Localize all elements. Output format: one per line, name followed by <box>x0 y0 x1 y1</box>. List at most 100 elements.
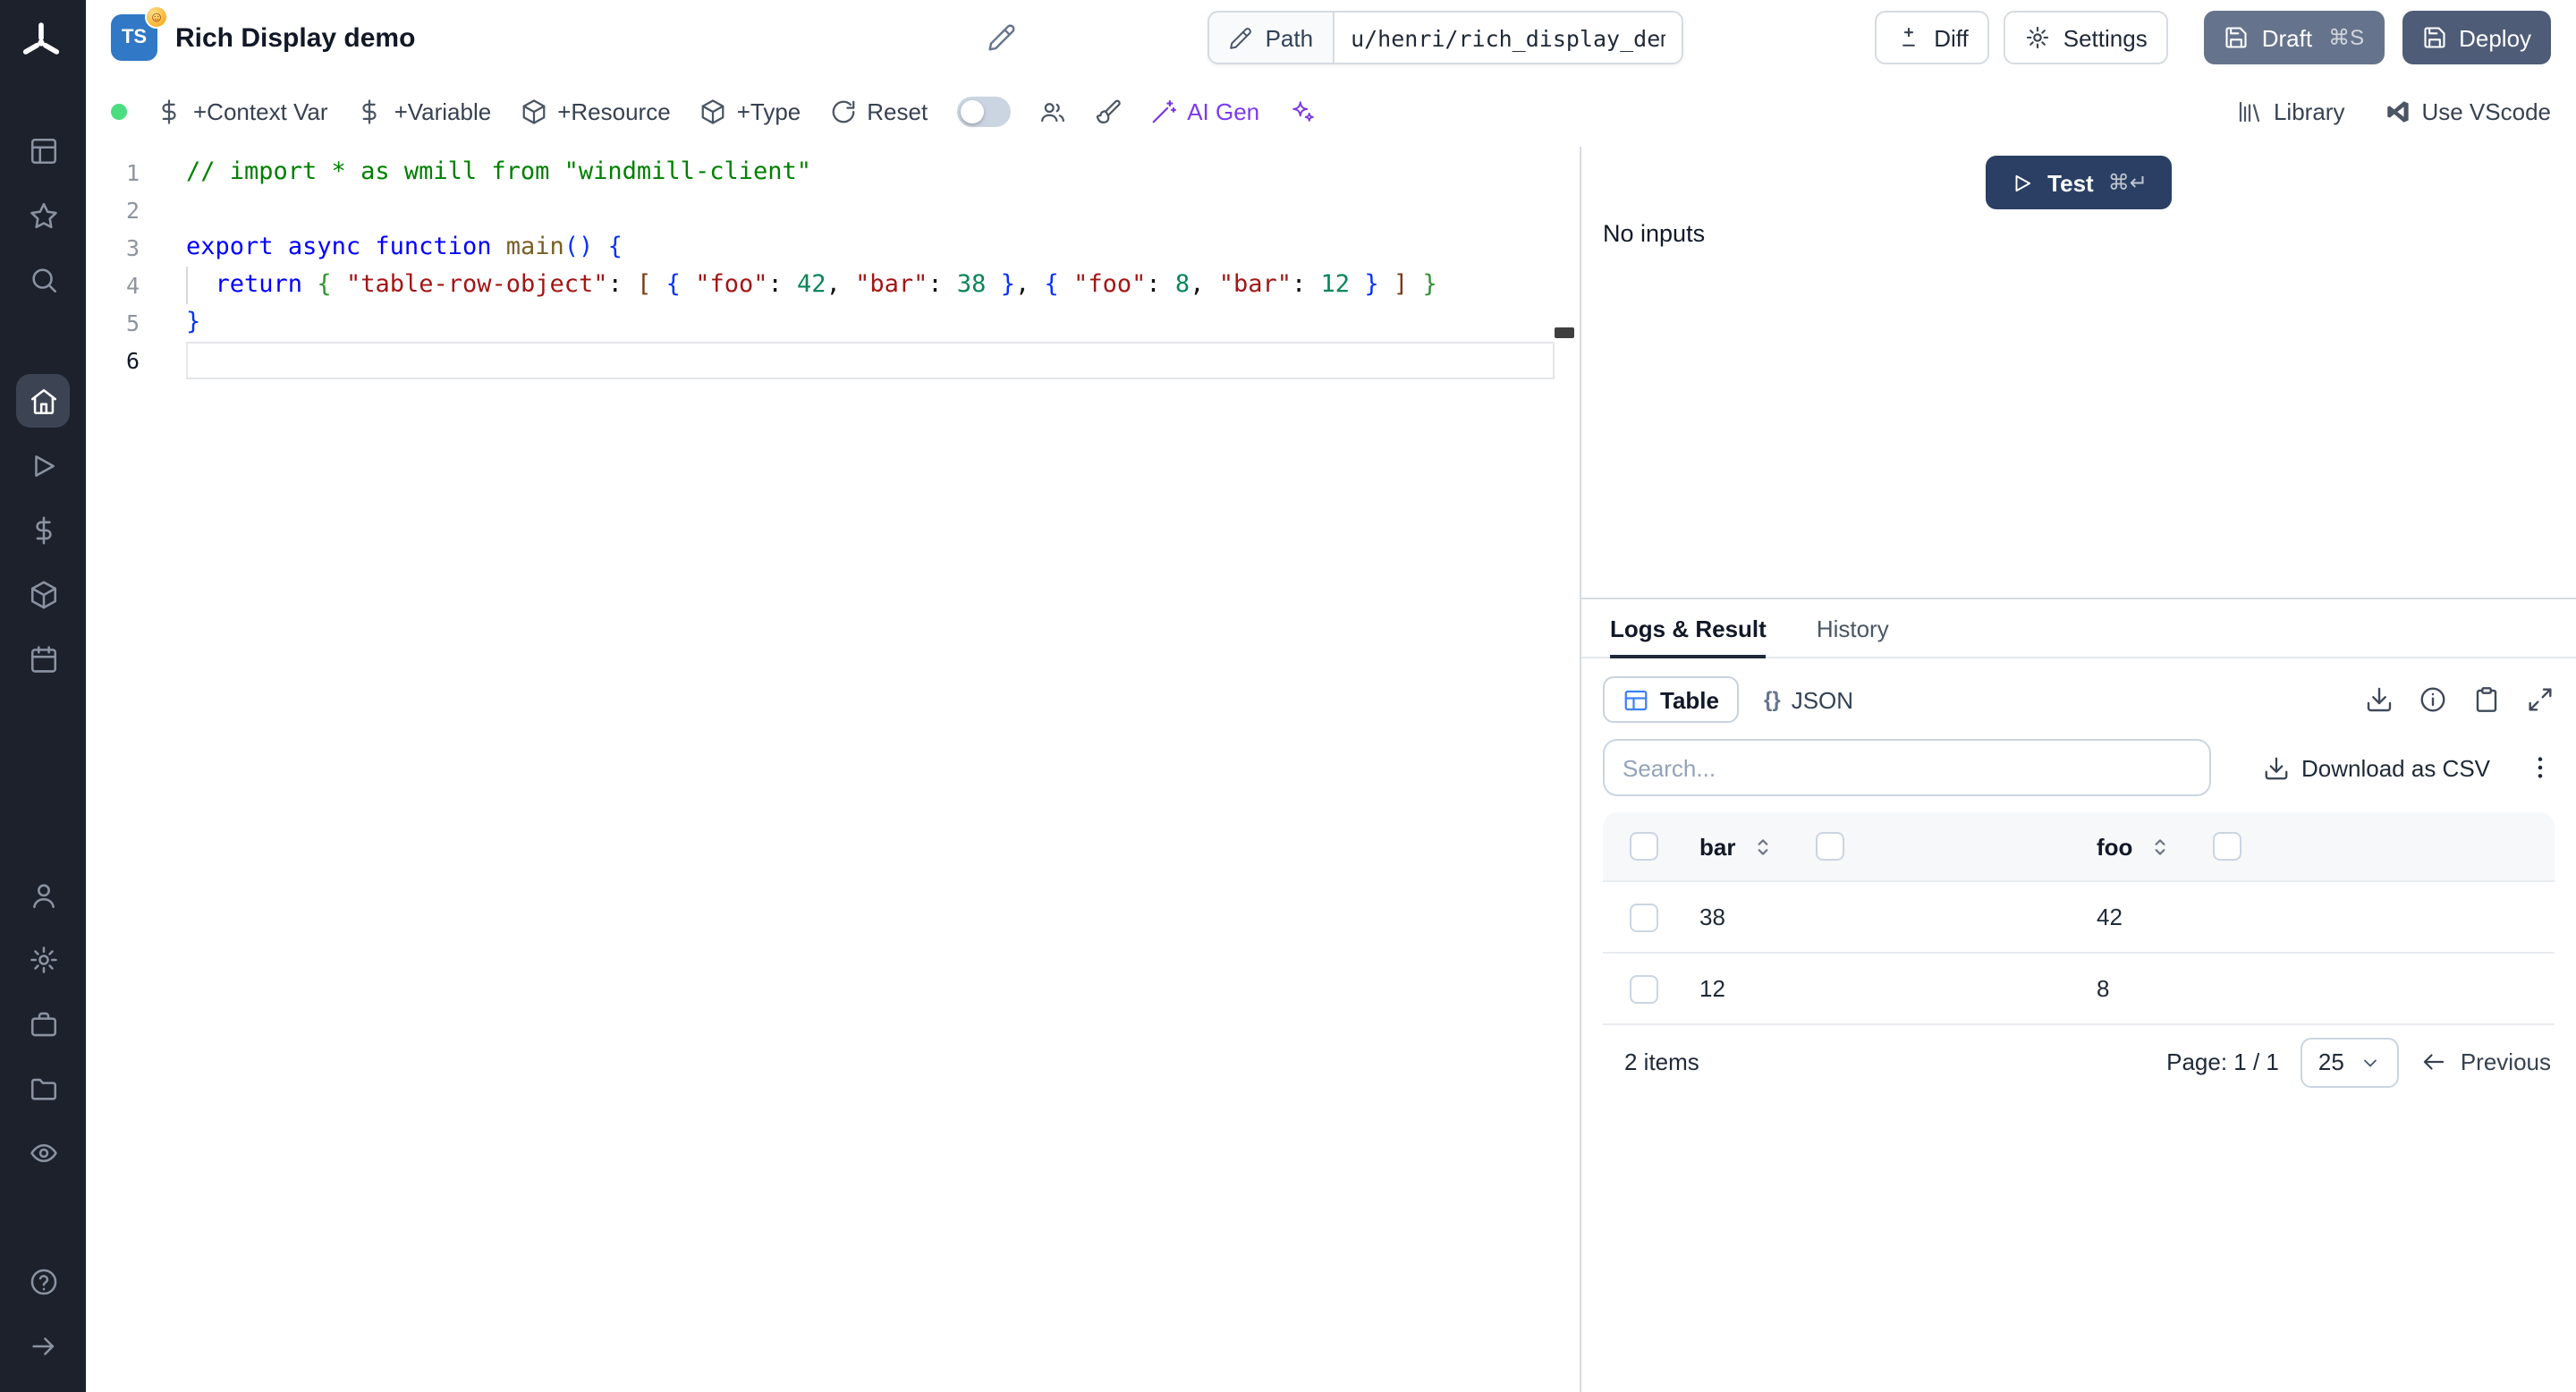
windmill-logo-icon[interactable] <box>18 18 68 68</box>
rotate-cw-icon <box>829 98 856 124</box>
path-input[interactable] <box>1333 11 1684 64</box>
sidebar-item-settings[interactable] <box>16 932 70 986</box>
table-row[interactable]: 12 8 <box>1603 952 2555 1023</box>
settings-button[interactable]: Settings <box>2004 11 2169 64</box>
content-split: 123456 // import * as wmill from "windmi… <box>86 147 2576 1392</box>
sidebar-item-account[interactable] <box>16 868 70 921</box>
select-all-checkbox[interactable] <box>1630 832 1658 861</box>
add-variable-button[interactable]: +Variable <box>357 98 491 124</box>
more-options-button[interactable] <box>2526 753 2555 782</box>
row-checkbox[interactable] <box>1630 974 1658 1003</box>
column-bar-checkbox[interactable] <box>1816 832 1845 861</box>
copy-result-button[interactable] <box>2472 685 2501 714</box>
page-size-select[interactable]: 25 <box>2300 1037 2400 1087</box>
add-resource-button[interactable]: +Resource <box>520 98 671 124</box>
previous-page-button[interactable]: Previous <box>2421 1048 2551 1075</box>
gear-icon <box>2026 25 2051 50</box>
add-type-button[interactable]: +Type <box>699 98 801 124</box>
diff-button[interactable]: Diff <box>1875 11 1990 64</box>
format-code-button[interactable] <box>1094 98 1121 124</box>
code-line[interactable] <box>186 191 1555 229</box>
toggle-knob <box>960 99 984 123</box>
draft-shortcut: ⌘S <box>2328 25 2365 50</box>
multiplayer-button[interactable] <box>1038 98 1065 124</box>
download-csv-button[interactable]: Download as CSV <box>2262 754 2490 781</box>
toggle-switch[interactable] <box>956 96 1011 126</box>
code-line[interactable]: return { "table-row-object": [ { "foo": … <box>186 267 1555 304</box>
sidebar-item-schedules[interactable] <box>16 632 70 685</box>
test-button-label: Test <box>2047 169 2094 196</box>
previous-label: Previous <box>2460 1048 2551 1075</box>
search-icon <box>28 264 58 294</box>
sidebar-item-resources[interactable] <box>16 567 70 621</box>
scrollbar-marker <box>1555 327 1574 338</box>
edit-summary-button[interactable] <box>987 23 1016 52</box>
add-context-var-button[interactable]: +Context Var <box>156 98 328 124</box>
edit-path-button[interactable]: Path <box>1208 11 1334 64</box>
wand-icon <box>1149 98 1176 124</box>
sidebar-item-favorites[interactable] <box>16 188 70 242</box>
line-number[interactable]: 1 <box>86 154 186 191</box>
info-icon <box>2419 685 2447 714</box>
column-foo-checkbox[interactable] <box>2213 832 2242 861</box>
maximize-icon <box>2526 685 2555 714</box>
ai-gen-button[interactable]: AI Gen <box>1149 98 1259 124</box>
code-line[interactable]: export async function main() { <box>186 229 1555 267</box>
use-vscode-button[interactable]: Use VScode <box>2384 98 2551 124</box>
sidebar-item-home[interactable] <box>16 374 70 428</box>
download-result-button[interactable] <box>2365 685 2394 714</box>
sidebar-item-search[interactable] <box>16 252 70 306</box>
line-number[interactable]: 2 <box>86 191 186 229</box>
reset-button[interactable]: Reset <box>829 98 928 124</box>
code-line[interactable]: } <box>186 304 1555 342</box>
save-draft-button[interactable]: Draft ⌘S <box>2204 11 2385 64</box>
line-number[interactable]: 4 <box>86 267 186 304</box>
path-button-label: Path <box>1265 24 1314 51</box>
toolbar-right: Library Use VScode <box>2236 98 2551 124</box>
code-line[interactable]: // import * as wmill from "windmill-clie… <box>186 154 1555 191</box>
sidebar-item-variables[interactable] <box>16 503 70 556</box>
script-title: Rich Display demo <box>175 22 416 53</box>
line-number[interactable]: 6 <box>86 342 186 379</box>
plus-minus-icon <box>1896 25 1921 50</box>
sidebar-item-help[interactable] <box>16 1254 70 1308</box>
tab-logs-result[interactable]: Logs & Result <box>1610 599 1767 658</box>
test-button[interactable]: Test ⌘↵ <box>1985 156 2173 209</box>
sidebar-group-bottom <box>16 1249 70 1378</box>
tab-history[interactable]: History <box>1817 599 1889 657</box>
sidebar-item-apps[interactable] <box>16 123 70 177</box>
star-icon <box>28 199 58 230</box>
test-shortcut: ⌘↵ <box>2107 170 2148 195</box>
inputs-section: Test ⌘↵ No inputs <box>1581 147 2576 598</box>
users-icon <box>1038 98 1065 124</box>
view-json-button[interactable]: {} JSON <box>1746 676 1871 723</box>
search-input[interactable] <box>1603 739 2211 796</box>
table-row[interactable]: 38 42 <box>1603 880 2555 952</box>
result-info-button[interactable] <box>2419 685 2447 714</box>
typescript-badge: TS ☺ <box>111 5 168 61</box>
line-number[interactable]: 5 <box>86 304 186 342</box>
sort-bar-button[interactable] <box>1751 835 1775 858</box>
emoji-sticker: ☺ <box>145 5 168 29</box>
sidebar-item-runs[interactable] <box>16 438 70 492</box>
sidebar-item-folders[interactable] <box>16 1061 70 1115</box>
line-number[interactable]: 3 <box>86 229 186 267</box>
play-icon <box>2010 171 2033 194</box>
view-json-label: JSON <box>1791 686 1854 713</box>
library-button[interactable]: Library <box>2236 98 2344 124</box>
ai-sparkles-button[interactable] <box>1288 98 1315 124</box>
sidebar-item-audit-logs[interactable] <box>16 1125 70 1179</box>
expand-sidebar-button[interactable] <box>16 1319 70 1372</box>
editor-code[interactable]: // import * as wmill from "windmill-clie… <box>186 147 1580 1392</box>
deploy-button-label: Deploy <box>2459 24 2532 51</box>
sort-foo-button[interactable] <box>2148 835 2172 858</box>
deploy-button[interactable]: Deploy <box>2402 11 2552 64</box>
sidebar-item-workers[interactable] <box>16 997 70 1050</box>
code-editor[interactable]: 123456 // import * as wmill from "windmi… <box>86 147 1580 1392</box>
vscode-icon <box>2384 98 2411 124</box>
folder-icon <box>28 1073 58 1103</box>
fullscreen-result-button[interactable] <box>2526 685 2555 714</box>
row-checkbox[interactable] <box>1630 903 1658 931</box>
code-line[interactable] <box>186 342 1555 379</box>
view-table-button[interactable]: Table <box>1603 676 1739 723</box>
